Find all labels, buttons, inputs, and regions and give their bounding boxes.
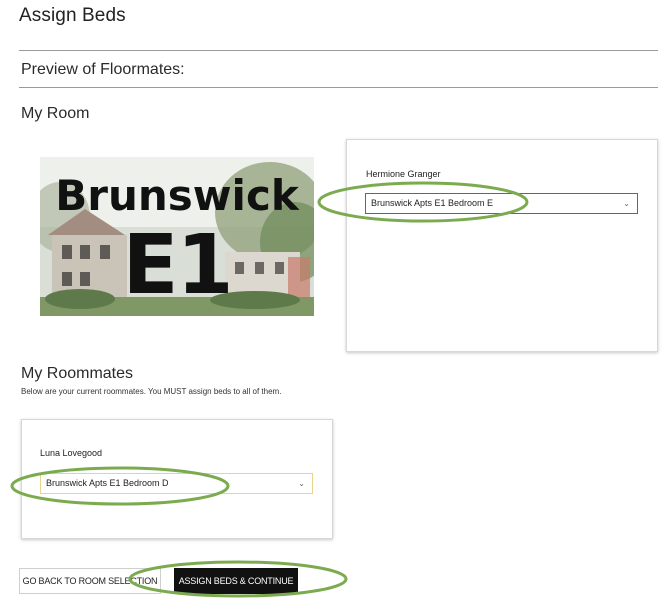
my-room-card: Hermione Granger Brunswick Apts E1 Bedro…	[346, 139, 658, 352]
building-name-text: Brunswick	[55, 171, 299, 220]
divider-top	[19, 50, 658, 51]
assign-beds-continue-button[interactable]: Assign Beds & Continue	[174, 568, 298, 594]
preview-heading: Preview of Floormates:	[21, 61, 185, 78]
building-image: Brunswick E1	[40, 157, 314, 316]
my-roommates-heading: My Roommates	[21, 365, 134, 382]
my-room-heading: My Room	[21, 105, 90, 122]
roommate-bed-select[interactable]: Brunswick Apts E1 Bedroom D ⌄	[40, 473, 313, 494]
chevron-down-icon: ⌄	[623, 199, 630, 208]
divider-bottom	[19, 87, 658, 88]
building-code-text: E1	[122, 218, 233, 313]
chevron-down-icon: ⌄	[298, 479, 305, 488]
roommates-help-text: Below are your current roommates. You MU…	[21, 387, 282, 396]
roommate-name: Luna Lovegood	[40, 448, 103, 458]
roommate-card: Luna Lovegood Brunswick Apts E1 Bedroom …	[21, 419, 333, 539]
my-bed-select-value: Brunswick Apts E1 Bedroom E	[371, 198, 494, 208]
roommate-bed-select-value: Brunswick Apts E1 Bedroom D	[46, 478, 169, 488]
resident-name: Hermione Granger	[366, 169, 441, 179]
back-to-room-selection-button[interactable]: Go Back to Room Selection	[19, 568, 161, 594]
page-title: Assign Beds	[19, 5, 126, 26]
my-bed-select[interactable]: Brunswick Apts E1 Bedroom E ⌄	[365, 193, 638, 214]
